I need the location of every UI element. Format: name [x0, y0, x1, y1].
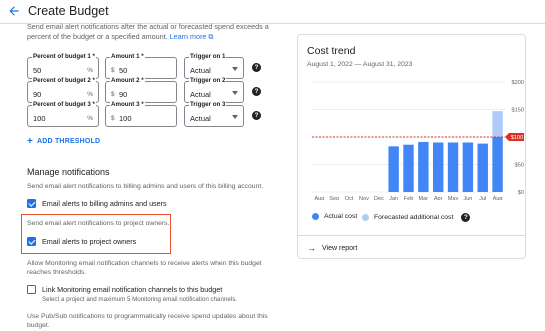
amount-field-3[interactable]: Amount 3 * $ 100	[105, 101, 177, 127]
monitoring-desc: Allow Monitoring email notification chan…	[27, 260, 262, 276]
card-divider	[298, 235, 525, 236]
amount-field-1[interactable]: Amount 1 * $ 50	[105, 53, 177, 79]
y-tick-label: $50	[515, 163, 524, 169]
view-report-link[interactable]: → View report	[307, 244, 357, 253]
x-tick-label: Aug	[314, 196, 324, 200]
x-tick-label: Jan	[389, 196, 398, 200]
cost-trend-card: Cost trend August 1, 2022 — August 31, 2…	[297, 34, 526, 259]
chevron-down-icon	[232, 67, 238, 71]
percent-field-1[interactable]: Percent of budget 1 * 50 %	[27, 53, 99, 79]
chevron-down-icon	[232, 115, 238, 119]
billing-admins-checkbox-row[interactable]: Email alerts to billing admins and users	[27, 199, 167, 208]
trigger-select-3[interactable]: Trigger on 3 Actual	[184, 101, 244, 127]
manage-notifications-title: Manage notifications	[27, 167, 110, 177]
percent-value: 50	[33, 66, 42, 75]
bar-actual	[447, 142, 459, 192]
x-tick-label: Sep	[329, 196, 339, 200]
amount-value: 90	[119, 90, 128, 99]
budget-label: $100	[511, 135, 523, 141]
x-tick-label: Jun	[463, 196, 472, 200]
y-tick-label: $0	[518, 190, 524, 196]
bar-actual	[492, 137, 503, 192]
page-title: Create Budget	[28, 4, 109, 18]
plus-icon: +	[27, 135, 34, 147]
arrow-back-icon[interactable]	[7, 4, 21, 18]
monitoring-subtext: Select a project and maximum 5 Monitorin…	[42, 296, 238, 303]
billing-admins-checkbox[interactable]	[27, 199, 36, 208]
trigger-select-1[interactable]: Trigger on 1 Actual	[184, 53, 244, 79]
amount-field-2[interactable]: Amount 2 * $ 90	[105, 77, 177, 103]
bar-actual	[432, 142, 444, 192]
percent-value: 90	[33, 90, 42, 99]
x-tick-label: May	[448, 196, 459, 200]
legend-actual: Actual cost	[312, 213, 357, 220]
pubsub-desc: Use Pub/Sub notifications to programmati…	[27, 313, 268, 329]
x-tick-label: Oct	[345, 196, 354, 200]
y-tick-label: $150	[512, 108, 524, 114]
help-icon[interactable]: ?	[252, 63, 261, 72]
top-bar: Create Budget	[0, 0, 545, 24]
x-tick-label: Nov	[359, 196, 369, 200]
x-tick-label: Mar	[419, 196, 429, 200]
x-tick-label: Apr	[434, 196, 443, 200]
monitoring-checkbox[interactable]	[27, 285, 36, 294]
card-date-range: August 1, 2022 — August 31, 2023	[307, 61, 413, 68]
highlight-box	[21, 214, 171, 254]
arrow-forward-icon: →	[307, 243, 316, 253]
actual-cost-swatch	[312, 213, 319, 220]
amount-value: 50	[119, 66, 128, 75]
trigger-select-2[interactable]: Trigger on 2 Actual	[184, 77, 244, 103]
y-tick-label: $200	[512, 80, 524, 86]
intro-text: Send email alert notifications after the…	[27, 22, 292, 43]
help-icon[interactable]: ?	[461, 213, 471, 222]
legend-forecast: Forecasted additional cost ?	[362, 213, 471, 222]
x-tick-label: Aug	[493, 196, 503, 200]
bar-actual	[388, 146, 399, 192]
bar-forecast	[492, 111, 503, 137]
bar-actual	[477, 143, 488, 192]
card-title: Cost trend	[307, 45, 356, 57]
x-tick-label: Dec	[374, 196, 384, 200]
bar-actual	[418, 141, 429, 192]
add-threshold-button[interactable]: + ADD THRESHOLD	[27, 135, 100, 148]
bar-actual	[462, 142, 474, 192]
intro-description: Send email alert notifications after the…	[27, 22, 269, 41]
percent-value: 100	[33, 114, 46, 123]
bar-actual	[403, 144, 414, 192]
percent-field-3[interactable]: Percent of budget 3 * 100 %	[27, 101, 99, 127]
amount-value: 100	[119, 114, 132, 123]
chevron-down-icon	[232, 91, 238, 95]
x-tick-label: Jul	[479, 196, 486, 200]
forecast-cost-swatch	[362, 214, 369, 221]
monitoring-checkbox-row[interactable]: Link Monitoring email notification chann…	[27, 285, 222, 294]
help-icon[interactable]: ?	[252, 111, 261, 120]
x-tick-label: Feb	[404, 196, 414, 200]
cost-trend-chart: $0 $50 $100 $150 $200 Aug Sep Oct Nov Dec Jan Feb Ma…	[312, 80, 524, 200]
learn-more-link[interactable]: Learn more	[170, 32, 207, 41]
percent-field-2[interactable]: Percent of budget 2 * 90 %	[27, 77, 99, 103]
help-icon[interactable]: ?	[252, 87, 261, 96]
external-link-icon: ⧉	[208, 34, 214, 41]
notifications-desc: Send email alert notifications to billin…	[27, 183, 264, 190]
